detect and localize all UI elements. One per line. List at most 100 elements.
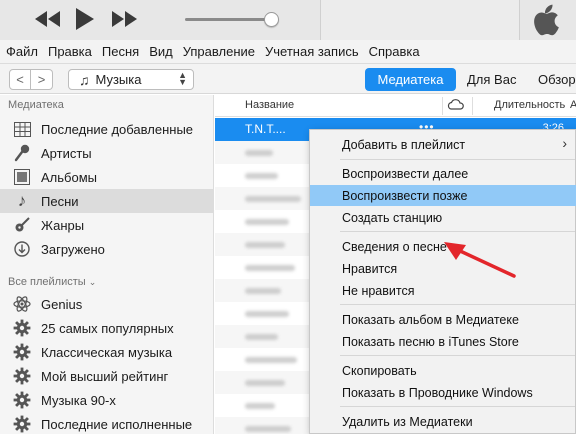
chevron-right-icon: > <box>37 72 46 87</box>
sidebar-item-top-25[interactable]: 25 самых популярных <box>0 316 214 340</box>
chevron-left-icon: < <box>16 72 24 87</box>
sidebar-item-recently-played[interactable]: Последние исполненные <box>0 412 214 434</box>
column-duration-header[interactable]: Длительность <box>494 99 565 111</box>
chevron-down-icon: ⌄ <box>88 277 97 287</box>
media-type-value: Музыка <box>95 72 142 87</box>
sidebar-item-downloaded[interactable]: Загружено <box>0 237 214 261</box>
column-artist-header[interactable]: А <box>570 99 576 111</box>
blurred-song-title <box>245 380 285 386</box>
sidebar-item-label: Классическая музыка <box>41 344 173 360</box>
sidebar-item-label: 25 самых популярных <box>41 320 174 336</box>
menu-item-copy[interactable]: Скопировать <box>310 360 576 381</box>
gear-icon <box>12 414 32 434</box>
sidebar-item-label: Мой высший рейтинг <box>41 368 169 384</box>
tab-library[interactable]: Медиатека <box>365 68 456 91</box>
menu-help[interactable]: Справка <box>369 44 420 59</box>
fast-forward-button[interactable] <box>110 8 138 30</box>
blurred-song-title <box>245 403 275 409</box>
blurred-song-title <box>245 265 295 271</box>
sidebar-item-label: Жанры <box>41 217 85 233</box>
sidebar-item-artists[interactable]: Артисты <box>0 141 214 165</box>
column-divider <box>472 97 473 115</box>
sidebar-item-label: Последние добавленные <box>41 121 194 137</box>
menu-item-show-in-explorer[interactable]: Показать в Проводнике Windows <box>310 382 576 403</box>
sidebar-item-top-rated[interactable]: Мой высший рейтинг <box>0 364 214 388</box>
sidebar-item-90s-music[interactable]: Музыка 90-х <box>0 388 214 412</box>
sidebar-item-label: Загружено <box>41 241 105 257</box>
blurred-song-title <box>245 173 278 179</box>
gear-icon <box>12 342 32 362</box>
menu-item-create-station[interactable]: Создать станцию <box>310 207 576 228</box>
itunes-window: Файл Правка Песня Вид Управление Учетная… <box>0 0 576 434</box>
blurred-song-title <box>245 288 281 294</box>
sidebar-item-genres[interactable]: Жанры <box>0 213 214 237</box>
blurred-song-title <box>245 311 289 317</box>
menu-item-show-in-store[interactable]: Показать песню в iTunes Store <box>310 331 576 352</box>
play-icon <box>76 8 94 30</box>
menu-item-play-later[interactable]: Воспроизвести позже <box>310 185 576 206</box>
sidebar-item-label: Музыка 90-х <box>41 392 116 408</box>
context-menu: Добавить в плейлист › Воспроизвести дале… <box>309 129 576 434</box>
menu-item-dislike[interactable]: Не нравится <box>310 280 576 301</box>
menu-item-play-next[interactable]: Воспроизвести далее <box>310 163 576 184</box>
sidebar-item-label: Альбомы <box>41 169 97 185</box>
blurred-song-title <box>245 242 285 248</box>
forward-button[interactable]: > <box>31 69 53 90</box>
album-icon <box>12 167 32 187</box>
player-bar <box>0 0 576 40</box>
blurred-song-title <box>245 334 278 340</box>
menu-account[interactable]: Учетная запись <box>265 44 359 59</box>
sidebar-item-albums[interactable]: Альбомы <box>0 165 214 189</box>
menu-song[interactable]: Песня <box>102 44 139 59</box>
blurred-song-title <box>245 196 301 202</box>
toolbar: < > ♫ Музыка ▲ ▼ Медиатека Для Вас Обзор <box>0 64 576 94</box>
menu-controls[interactable]: Управление <box>183 44 255 59</box>
guitar-icon <box>12 215 32 235</box>
rewind-button[interactable] <box>34 8 62 30</box>
gear-icon <box>12 366 32 386</box>
annotation-arrow-icon <box>444 242 516 278</box>
blurred-song-title <box>245 357 297 363</box>
sidebar-item-recently-added[interactable]: Последние добавленные <box>0 117 214 141</box>
blurred-song-title <box>245 219 289 225</box>
music-note-icon: ♫ <box>79 71 90 88</box>
sidebar-item-label: Последние исполненные <box>41 416 193 432</box>
updown-chevron-icon: ▲ ▼ <box>178 70 187 87</box>
menu-view[interactable]: Вид <box>149 44 173 59</box>
menu-item-show-album[interactable]: Показать альбом в Медиатеке <box>310 309 576 330</box>
sidebar: Медиатека Последние добавленные Артисты … <box>0 95 214 434</box>
volume-knob[interactable] <box>264 12 280 27</box>
menu-separator <box>340 159 575 160</box>
music-note-icon: ♪ <box>17 191 27 210</box>
column-divider <box>442 97 443 115</box>
column-name-header[interactable]: Название <box>245 99 294 111</box>
menu-separator <box>340 231 575 232</box>
blurred-song-title <box>245 150 273 156</box>
tab-browse[interactable]: Обзор <box>538 68 576 91</box>
menu-file[interactable]: Файл <box>6 44 38 59</box>
tab-for-you[interactable]: Для Вас <box>467 68 516 91</box>
menu-item-delete-from-library[interactable]: Удалить из Медиатеки <box>310 411 576 432</box>
back-button[interactable]: < <box>9 69 31 90</box>
play-button[interactable] <box>72 8 98 30</box>
sidebar-item-classical[interactable]: Классическая музыка <box>0 340 214 364</box>
fast-forward-icon <box>112 11 137 27</box>
sidebar-item-label: Песни <box>41 193 79 209</box>
sidebar-item-label: Genius <box>41 296 83 312</box>
sidebar-item-genius[interactable]: Genius <box>0 292 214 316</box>
sidebar-item-songs[interactable]: ♪ Песни <box>0 189 214 213</box>
library-header: Медиатека <box>8 99 64 111</box>
menu-item-add-to-playlist[interactable]: Добавить в плейлист › <box>310 134 576 155</box>
media-type-select[interactable]: ♫ Музыка ▲ ▼ <box>68 69 194 90</box>
menu-edit[interactable]: Правка <box>48 44 92 59</box>
cloud-icon[interactable] <box>447 98 464 113</box>
chevron-right-icon: › <box>562 135 567 151</box>
playlists-header[interactable]: Все плейлисты ⌄ <box>8 276 96 288</box>
genius-icon <box>12 294 32 314</box>
apple-logo-icon <box>530 4 560 36</box>
sidebar-item-label: Артисты <box>41 145 92 161</box>
grid-icon <box>12 119 32 139</box>
download-icon <box>12 239 32 259</box>
volume-slider[interactable] <box>185 12 280 27</box>
rewind-icon <box>35 11 60 27</box>
